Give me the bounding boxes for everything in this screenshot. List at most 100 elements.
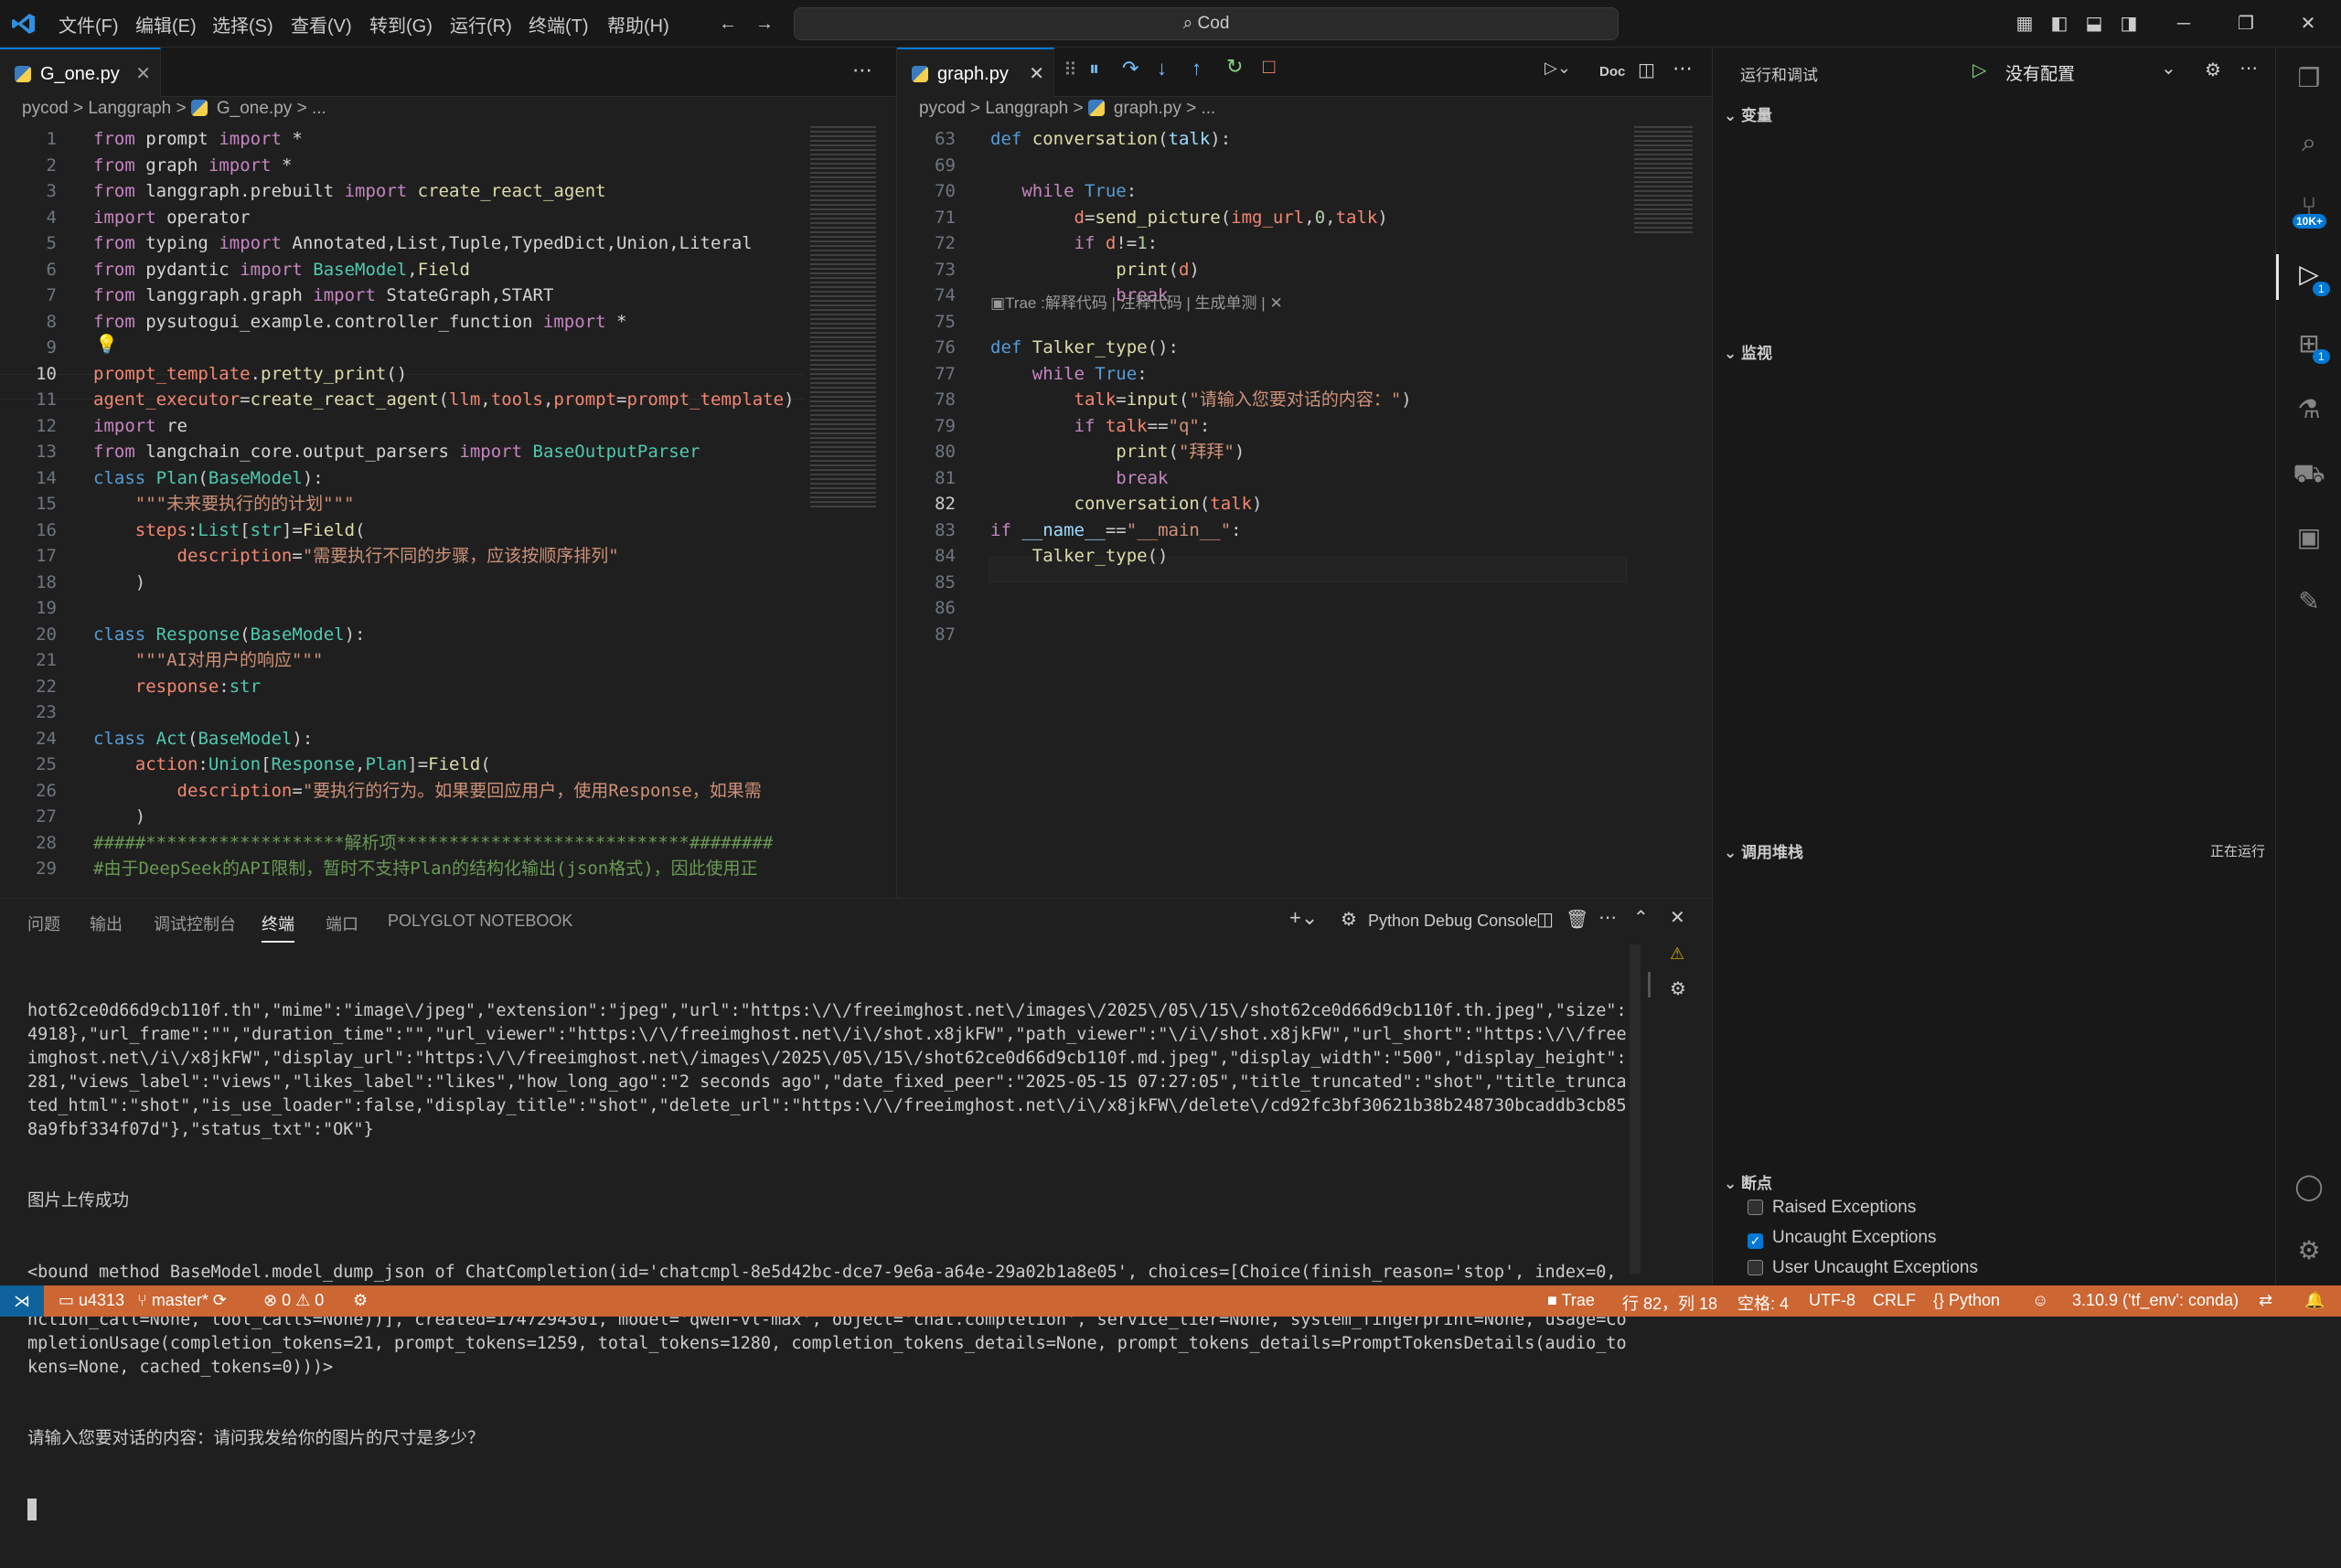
step-over-icon[interactable]: ↷ <box>1122 57 1138 80</box>
menu-help[interactable]: 帮助(H) <box>607 11 669 37</box>
toggle-panel-icon[interactable]: ⬓ <box>2079 9 2109 38</box>
more-actions-icon[interactable]: ⋯ <box>1673 57 1693 80</box>
debug-status-icon[interactable]: ⚙ <box>353 1291 368 1310</box>
terminal-view-icon[interactable]: ▣ <box>2293 521 2325 554</box>
customize-layout-icon[interactable]: ▦ <box>2010 9 2039 38</box>
search-icon[interactable]: ⌕ <box>2293 126 2325 159</box>
remote-explorer-icon[interactable]: ⛟ <box>2293 457 2325 490</box>
breadcrumb-item[interactable]: Langgraph <box>88 99 171 118</box>
run-file-icon[interactable]: ▷⌄ <box>1545 59 1571 78</box>
breadcrumb-item[interactable]: pycod <box>919 99 966 118</box>
close-tab-icon[interactable]: ✕ <box>1029 49 1044 99</box>
command-center-search[interactable]: ⌕ Cod <box>794 7 1619 40</box>
more-actions-icon[interactable]: ⋯ <box>1598 906 1617 929</box>
notifications-bell-icon[interactable]: 🔔 <box>2304 1291 2325 1310</box>
copilot-icon[interactable]: ☺ <box>2032 1291 2048 1310</box>
pause-icon[interactable]: ⏸ <box>1089 57 1099 80</box>
warning-icon[interactable]: ⚠ <box>1670 944 1684 964</box>
tab-graph-py[interactable]: graph.py ✕ <box>897 48 1054 97</box>
breadcrumb-item[interactable]: graph.py <box>1114 99 1181 118</box>
interpreter[interactable]: 3.10.9 ('tf_env': conda) <box>2072 1291 2239 1310</box>
panel-tab-output[interactable]: 输出 <box>90 912 123 935</box>
language-mode[interactable]: {} Python <box>1933 1291 2000 1310</box>
section-watch[interactable]: ⌄ 监视 <box>1724 340 1772 363</box>
code-editor-right[interactable]: def conversation(talk): while True: d=se… <box>990 126 1630 570</box>
menu-terminal[interactable]: 终端(T) <box>529 11 589 37</box>
forward-arrow-icon[interactable]: → <box>750 9 779 38</box>
panel-tab-polyglot[interactable]: POLYGLOT NOTEBOOK <box>388 912 572 931</box>
menu-edit[interactable]: 编辑(E) <box>135 11 197 37</box>
eol[interactable]: CRLF <box>1873 1291 1916 1310</box>
stop-icon[interactable]: □ <box>1263 55 1275 79</box>
checkbox-checked[interactable]: ✓ <box>1748 1233 1763 1249</box>
checkbox[interactable] <box>1748 1260 1763 1275</box>
kill-terminal-icon[interactable]: 🗑 <box>1566 908 1588 931</box>
restore-window-icon[interactable]: ❐ <box>2231 9 2261 38</box>
doc-button[interactable]: Doc <box>1599 64 1625 80</box>
gear-icon[interactable]: ⚙ <box>2205 59 2221 81</box>
breadcrumb-item[interactable]: ... <box>1202 99 1216 118</box>
cursor-position[interactable]: 行 82，列 18 <box>1622 1291 1717 1315</box>
back-arrow-icon[interactable]: ← <box>713 9 743 38</box>
testing-icon[interactable]: ⚗ <box>2293 393 2325 426</box>
minimize-window-icon[interactable]: ─ <box>2169 9 2198 38</box>
close-panel-icon[interactable]: ✕ <box>1670 906 1685 929</box>
step-into-icon[interactable]: ↓ <box>1157 57 1167 80</box>
encoding[interactable]: UTF-8 <box>1809 1291 1855 1310</box>
config-select[interactable]: 没有配置 <box>2005 60 2075 85</box>
menu-run[interactable]: 运行(R) <box>450 11 512 37</box>
checkbox[interactable] <box>1748 1200 1763 1215</box>
terminal-scrollbar[interactable] <box>1630 944 1641 1274</box>
breakpoint-uncaught[interactable]: ✓ Uncaught Exceptions <box>1748 1228 1937 1249</box>
explorer-icon[interactable]: ❐ <box>2293 62 2325 95</box>
menu-selection[interactable]: 选择(S) <box>212 11 273 37</box>
minimap[interactable] <box>1634 126 1693 236</box>
section-callstack[interactable]: ⌄ 调用堆栈 <box>1724 839 1803 862</box>
close-window-icon[interactable]: ✕ <box>2293 9 2323 38</box>
more-actions-icon[interactable]: ⋯ <box>2239 57 2258 80</box>
close-codelens-icon[interactable]: ✕ <box>1269 294 1282 312</box>
panel-tab-problems[interactable]: 问题 <box>27 912 60 935</box>
new-terminal-icon[interactable]: +⌄ <box>1289 906 1318 930</box>
remote-label[interactable]: ▭ u4313 <box>59 1291 124 1310</box>
close-tab-icon[interactable]: ✕ <box>135 49 151 99</box>
branch[interactable]: ⑂ master* ⟳ <box>137 1291 227 1310</box>
remote-icon[interactable]: ⋊ <box>0 1285 44 1317</box>
problems-count[interactable]: ⊗ 0 ⚠ 0 <box>263 1291 324 1310</box>
more-actions-icon[interactable]: ⋯ <box>852 59 872 82</box>
ai-assistant-icon[interactable]: ✎ <box>2293 585 2325 618</box>
section-variables[interactable]: ⌄ 变量 <box>1724 102 1772 125</box>
ports-icon[interactable]: ⇄ <box>2259 1291 2272 1310</box>
code-editor-left[interactable]: from prompt import * from graph import *… <box>93 126 803 882</box>
terminal-name[interactable]: Python Debug Console <box>1368 912 1537 931</box>
section-breakpoints[interactable]: ⌄ 断点 <box>1724 1170 1772 1193</box>
restart-icon[interactable]: ↻ <box>1226 55 1243 79</box>
account-icon[interactable]: ◯ <box>2293 1170 2325 1203</box>
drag-handle-icon[interactable]: ⠿ <box>1064 59 1077 81</box>
breadcrumb-item[interactable]: G_one.py <box>217 99 292 118</box>
menu-go[interactable]: 转到(G) <box>369 11 433 37</box>
panel-tab-terminal[interactable]: 终端 <box>262 912 294 943</box>
chevron-down-icon[interactable]: ⌄ <box>2161 57 2176 80</box>
codelens[interactable]: ▣Trae :解释代码 | 注释代码 | 生成单测 | ✕ <box>990 290 1283 313</box>
start-debug-icon[interactable]: ▷ <box>1972 59 1986 81</box>
panel-tab-ports[interactable]: 端口 <box>326 912 358 935</box>
breakpoint-raised[interactable]: Raised Exceptions <box>1748 1198 1916 1218</box>
minimap[interactable] <box>810 126 876 510</box>
split-terminal-icon[interactable]: ◫ <box>1536 908 1554 931</box>
step-out-icon[interactable]: ↑ <box>1192 57 1202 80</box>
panel-tab-debug-console[interactable]: 调试控制台 <box>154 912 236 935</box>
trae-status[interactable]: ■ Trae <box>1547 1291 1595 1310</box>
breakpoint-user-uncaught[interactable]: User Uncaught Exceptions <box>1748 1258 1978 1278</box>
toggle-secondary-sidebar-icon[interactable]: ◨ <box>2114 9 2143 38</box>
split-editor-icon[interactable]: ◫ <box>1638 59 1655 81</box>
breadcrumb-item[interactable]: pycod <box>22 99 69 118</box>
debug-console-icon[interactable]: ⚙ <box>1670 977 1686 1000</box>
menu-view[interactable]: 查看(V) <box>291 11 352 37</box>
tab-g-one-py[interactable]: G_one.py ✕ <box>0 48 161 97</box>
maximize-panel-icon[interactable]: ⌃ <box>1633 906 1649 929</box>
toggle-primary-sidebar-icon[interactable]: ◧ <box>2045 9 2074 38</box>
terminal-output[interactable]: hot62ce0d66d9cb110f.th","mime":"image\/j… <box>27 952 1630 1568</box>
breadcrumb-item[interactable]: Langgraph <box>985 99 1068 118</box>
menu-file[interactable]: 文件(F) <box>59 11 119 37</box>
